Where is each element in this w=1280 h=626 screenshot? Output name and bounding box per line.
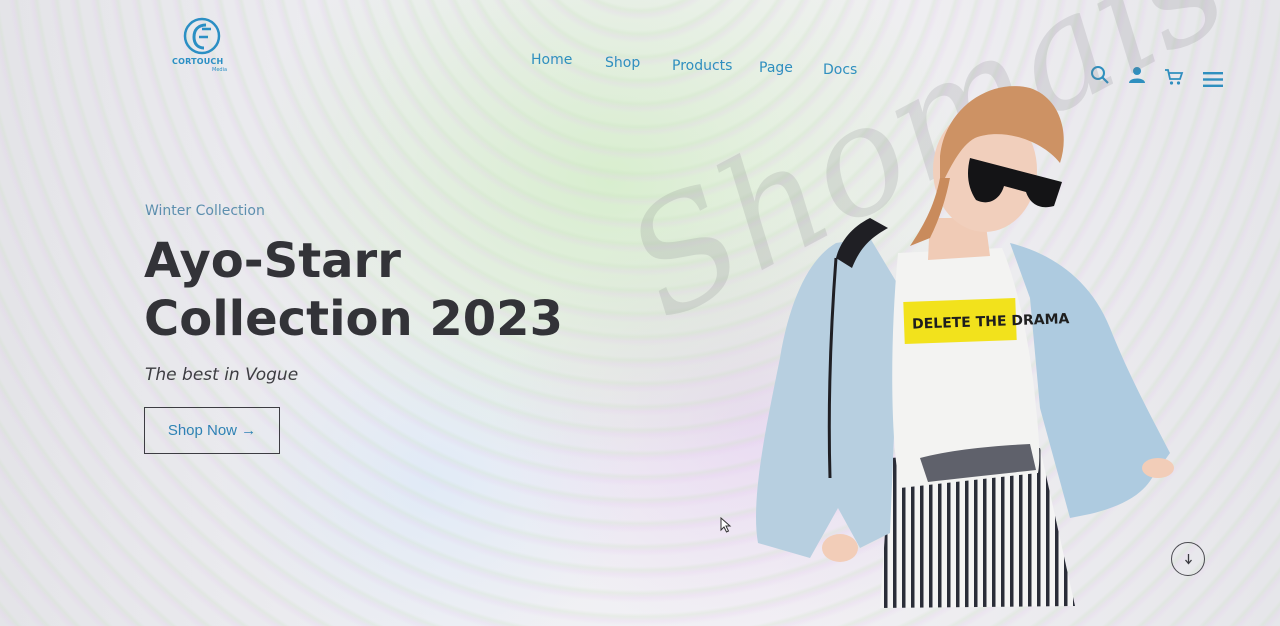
hero-title-line2: Collection 2023 xyxy=(144,291,563,347)
hero-eyebrow: Winter Collection xyxy=(145,203,265,219)
hero-model-image: DELETE THE DRAMA xyxy=(756,86,1174,608)
nav-shop[interactable]: Shop xyxy=(605,55,640,71)
nav-products[interactable]: Products xyxy=(672,58,732,74)
logo-mark-icon xyxy=(183,17,221,55)
shop-now-button[interactable]: Shop Now → xyxy=(144,407,280,454)
hero-title-line1: Ayo-Starr xyxy=(144,233,401,289)
nav-page[interactable]: Page xyxy=(759,60,793,76)
hero-title: Ayo-Starr Collection 2023 xyxy=(144,232,563,348)
brand-logo[interactable]: CORTOUCH Media xyxy=(168,16,234,76)
nav-home[interactable]: Home xyxy=(531,52,572,68)
brand-name: CORTOUCH xyxy=(172,57,224,66)
scroll-down-button[interactable] xyxy=(1171,542,1205,576)
brand-sub: Media xyxy=(212,67,228,73)
hero-tagline: The best in Vogue xyxy=(145,365,299,385)
screen: CORTOUCH Media Home Shop Products Page D… xyxy=(0,0,1280,626)
mouse-cursor-icon xyxy=(720,517,732,533)
arrow-down-icon xyxy=(1184,554,1192,565)
